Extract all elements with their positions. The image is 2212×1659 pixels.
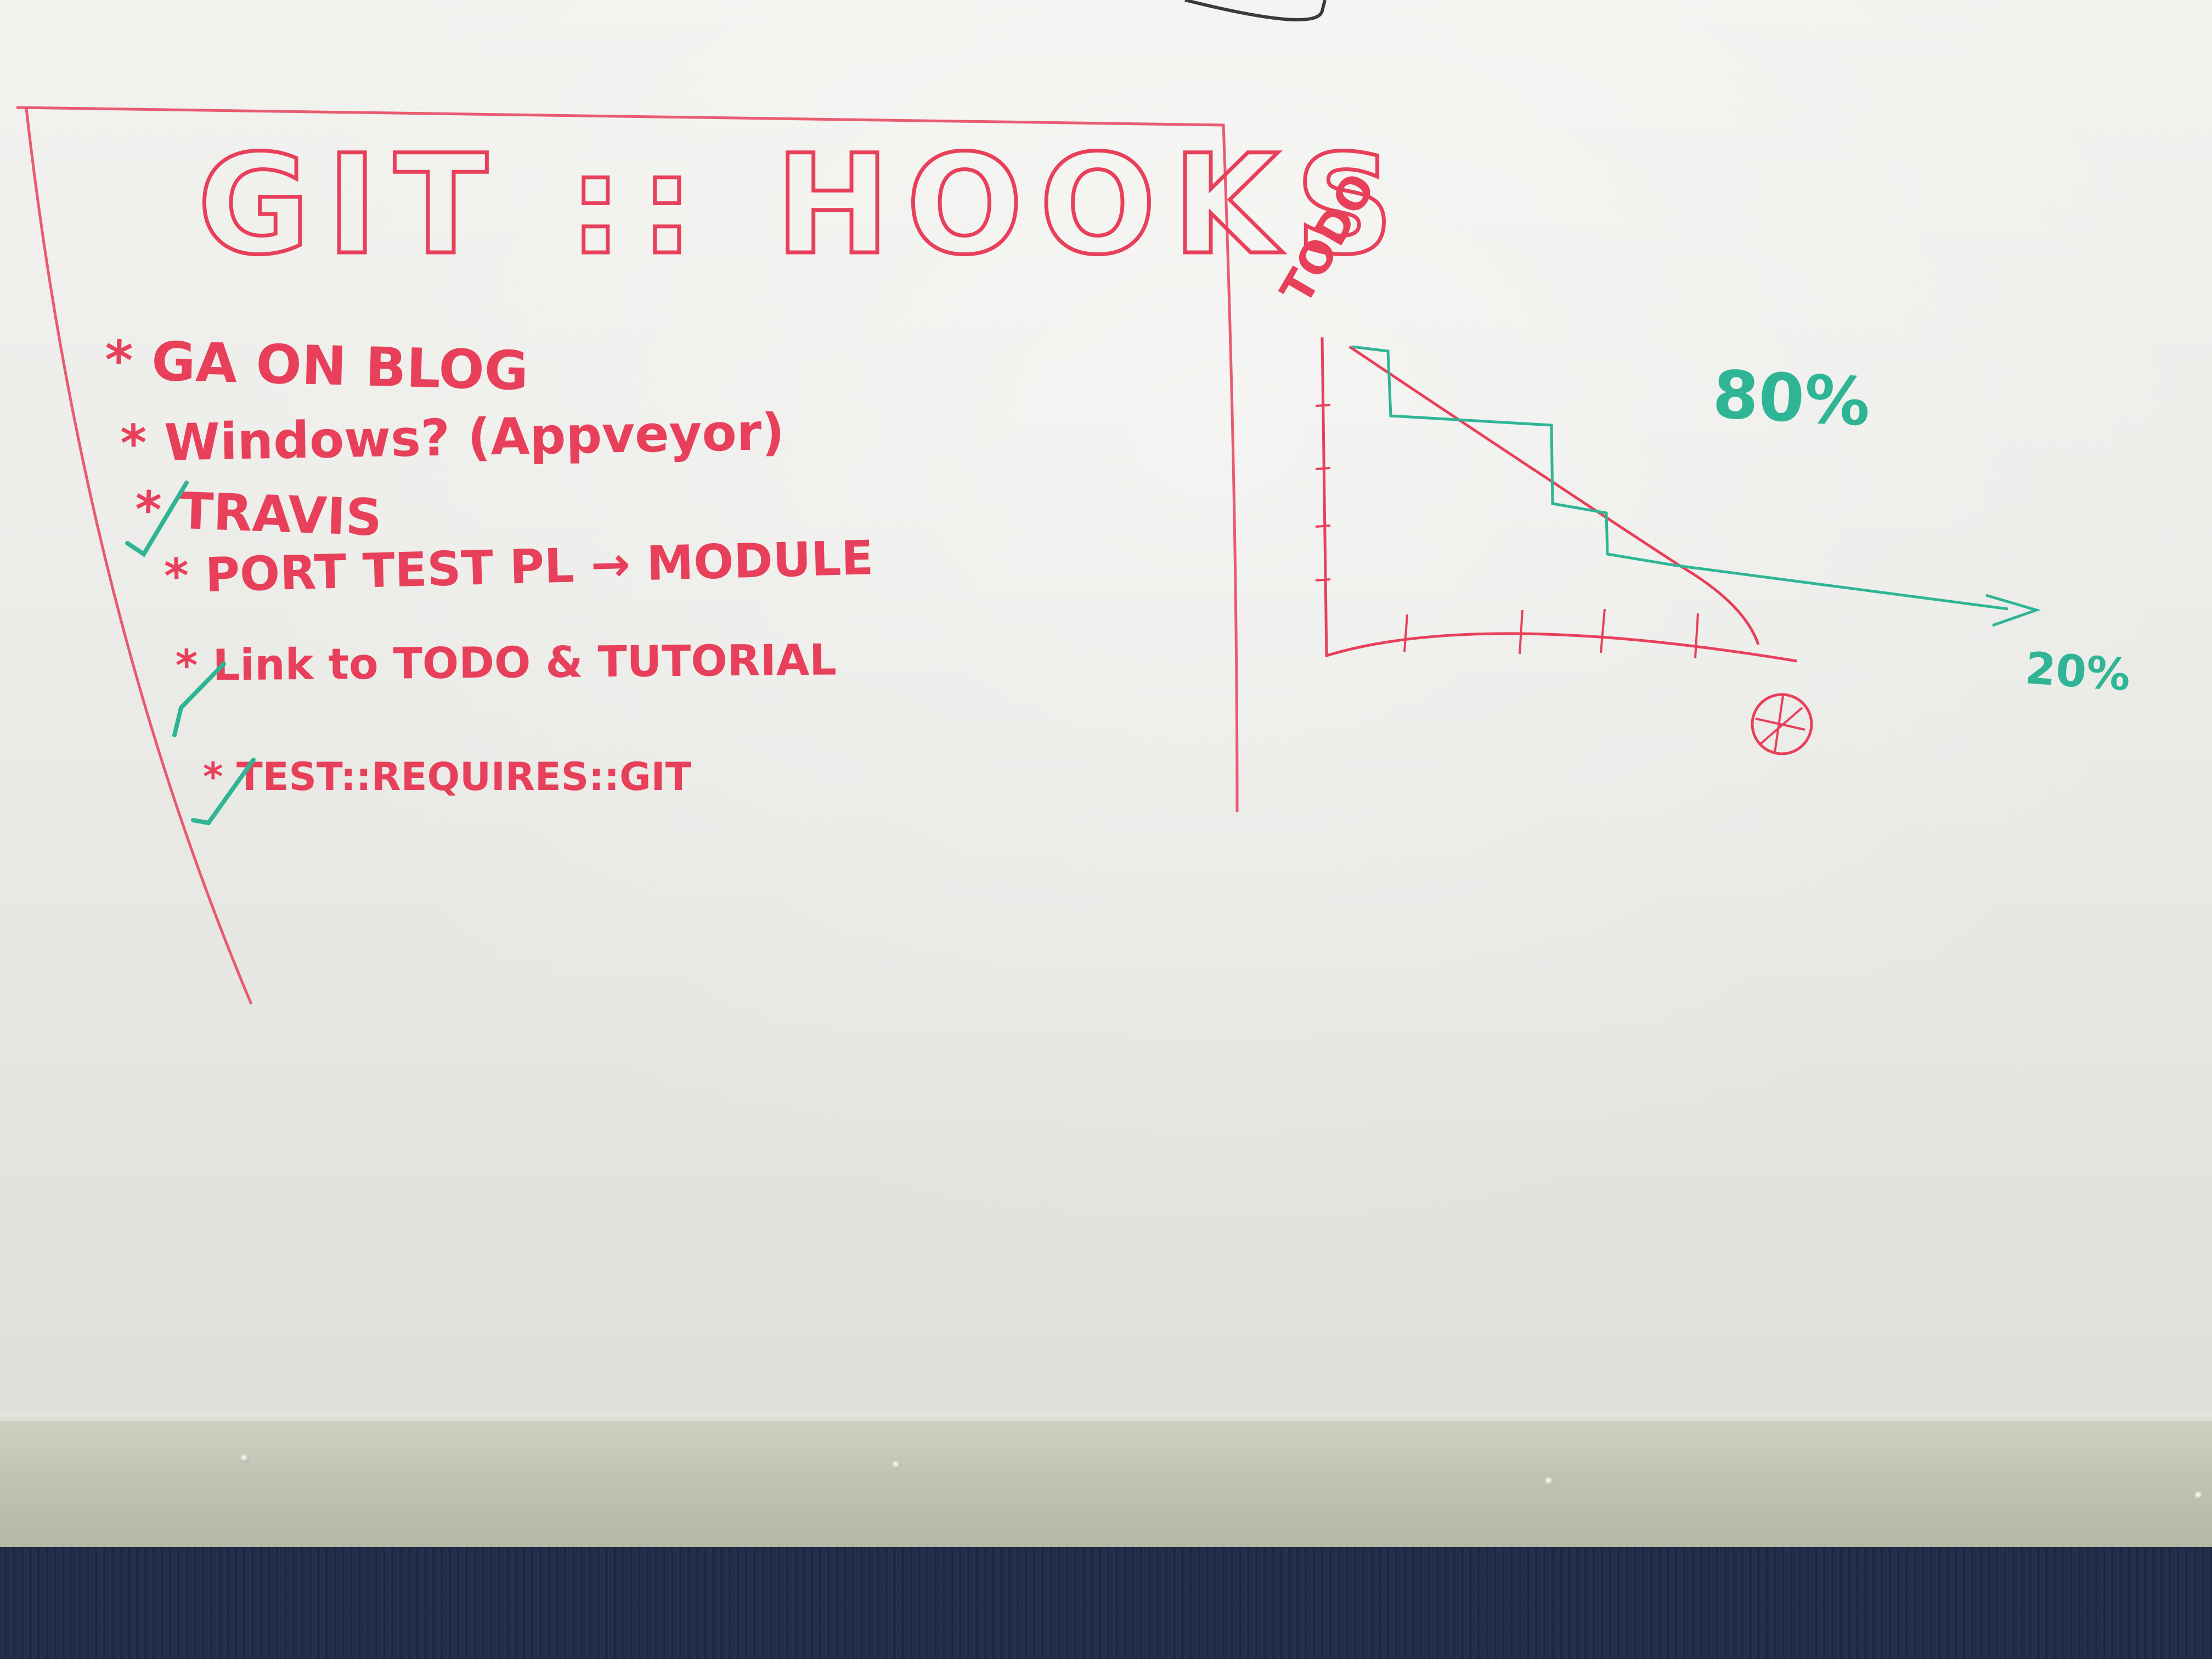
top-frame-line: [1184, 0, 1327, 21]
sketch-green-steps: [1352, 345, 2008, 611]
list-item-6: * TEST::REQUIRES::GIT: [203, 754, 692, 799]
sketch-red-trend: [1348, 345, 1760, 645]
board-title: GIT :: HOOKS: [198, 125, 1410, 285]
sketch-upper-annotation: 80%: [1711, 357, 1872, 441]
list-item-3: * TRAVIS: [134, 480, 383, 548]
sketch-lower-annotation: 20%: [2024, 642, 2132, 701]
whiteboard-photo: GIT :: HOOKS * GA ON BLOG * Windows? (Ap…: [0, 0, 2212, 1659]
list-item-2: * Windows? (Appveyor): [120, 403, 785, 473]
list-item-5: * Link to TODO & TUTORIAL: [175, 635, 837, 691]
circled-asterisk-strokes: [1755, 695, 1805, 753]
marker-drawing: GIT :: HOOKS * GA ON BLOG * Windows? (Ap…: [16, 0, 2132, 1005]
arrow-head-icon: [1985, 594, 2041, 627]
list-item-1: * GA ON BLOG: [104, 329, 529, 403]
